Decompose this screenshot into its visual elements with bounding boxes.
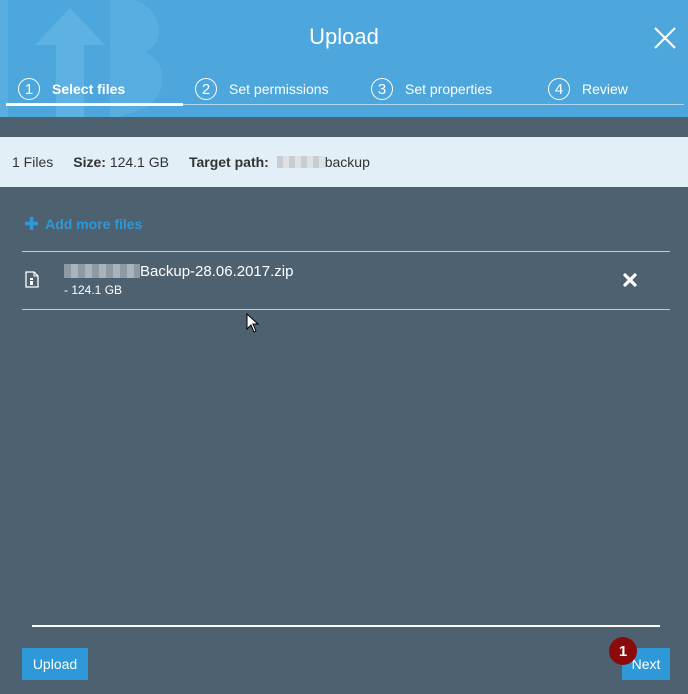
- add-more-files-link[interactable]: ✚ Add more files: [24, 214, 143, 234]
- file-list: Backup-28.06.2017.zip - 124.1 GB: [22, 251, 670, 310]
- close-button[interactable]: [650, 23, 680, 53]
- redacted-text: [276, 156, 325, 168]
- remove-icon: [623, 273, 637, 287]
- step-review[interactable]: 4 Review: [548, 76, 628, 102]
- plus-icon: ✚: [24, 214, 40, 234]
- files-count: 1 Files: [12, 154, 54, 170]
- file-name-text: Backup-28.06.2017.zip: [140, 263, 294, 280]
- step-number: 3: [371, 78, 393, 100]
- upload-button[interactable]: Upload: [22, 648, 88, 680]
- dialog-header: Upload 1 Select files 2 Set permissions …: [0, 0, 688, 117]
- step-set-permissions[interactable]: 2 Set permissions: [195, 76, 329, 102]
- step-number: 2: [195, 78, 217, 100]
- step-number: 1: [18, 78, 40, 100]
- step-select-files[interactable]: 1 Select files: [18, 76, 125, 102]
- dialog-title: Upload: [309, 24, 379, 49]
- file-name: Backup-28.06.2017.zip: [64, 263, 293, 280]
- size-info: Size: 124.1 GB: [73, 154, 169, 170]
- step-label: Select files: [52, 81, 126, 97]
- step-set-properties[interactable]: 3 Set properties: [371, 76, 492, 102]
- step-label: Review: [582, 81, 628, 97]
- active-step-indicator: [6, 103, 183, 106]
- mouse-cursor-icon: [246, 313, 260, 333]
- target-path-info: Target path: backup: [189, 154, 370, 170]
- redacted-text: [64, 264, 140, 278]
- target-path-label: Target path:: [188, 154, 269, 170]
- step-badge: 1: [609, 637, 637, 665]
- upload-summary-bar: 1 Files Size: 124.1 GB Target path: back…: [0, 137, 688, 187]
- step-label: Set permissions: [229, 81, 329, 97]
- size-value: 124.1 GB: [109, 154, 169, 170]
- target-path-value: backup: [324, 154, 370, 170]
- add-more-files-label: Add more files: [45, 216, 143, 232]
- footer-divider: [32, 625, 660, 627]
- step-label: Set properties: [405, 81, 493, 97]
- remove-file-button[interactable]: [622, 272, 638, 288]
- size-label: Size:: [73, 154, 106, 170]
- close-icon: [654, 27, 676, 49]
- step-number: 4: [548, 78, 570, 100]
- wizard-steps: 1 Select files 2 Set permissions 3 Set p…: [0, 76, 688, 106]
- file-size: - 124.1 GB: [64, 283, 123, 297]
- zip-file-icon: [25, 271, 39, 288]
